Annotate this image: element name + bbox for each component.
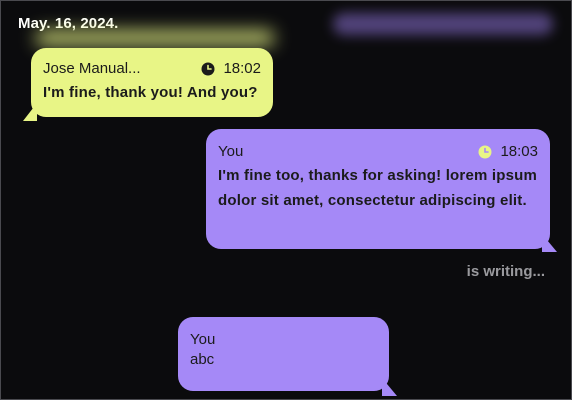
message-text: I'm fine, thank you! And you? xyxy=(43,84,258,101)
blurred-header-element xyxy=(333,13,553,35)
message-time-text: 18:02 xyxy=(223,60,261,77)
chat-date: May. 16, 2024. xyxy=(18,15,119,32)
message-header: You 18:03 xyxy=(218,143,538,160)
bubble-tail xyxy=(542,234,557,252)
clock-icon xyxy=(478,145,492,159)
message-bubble-draft[interactable]: You abc xyxy=(178,317,389,391)
message-header: Jose Manual... 18:02 xyxy=(43,60,261,77)
message-bubble-received[interactable]: Jose Manual... 18:02 I'm fine, thank you… xyxy=(31,48,273,117)
message-sender: You xyxy=(190,331,216,348)
message-sender: Jose Manual... xyxy=(43,60,141,77)
message-time: 18:02 xyxy=(201,60,261,77)
message-bubble-sent[interactable]: You 18:03 I'm fine too, thanks for askin… xyxy=(206,129,550,249)
chat-window: May. 16, 2024. Jose Manual... 18:02 I'm … xyxy=(0,0,572,400)
bubble-highlight-glow xyxy=(37,31,273,45)
message-text: abc xyxy=(190,351,215,368)
message-time: 18:03 xyxy=(478,143,538,160)
bubble-tail xyxy=(382,378,397,396)
clock-icon xyxy=(201,62,215,76)
message-text: I'm fine too, thanks for asking! lorem i… xyxy=(218,167,538,209)
message-sender: You xyxy=(218,143,244,160)
typing-indicator: is writing... xyxy=(466,263,545,280)
message-time-text: 18:03 xyxy=(500,143,538,160)
message-header: You xyxy=(190,331,377,348)
